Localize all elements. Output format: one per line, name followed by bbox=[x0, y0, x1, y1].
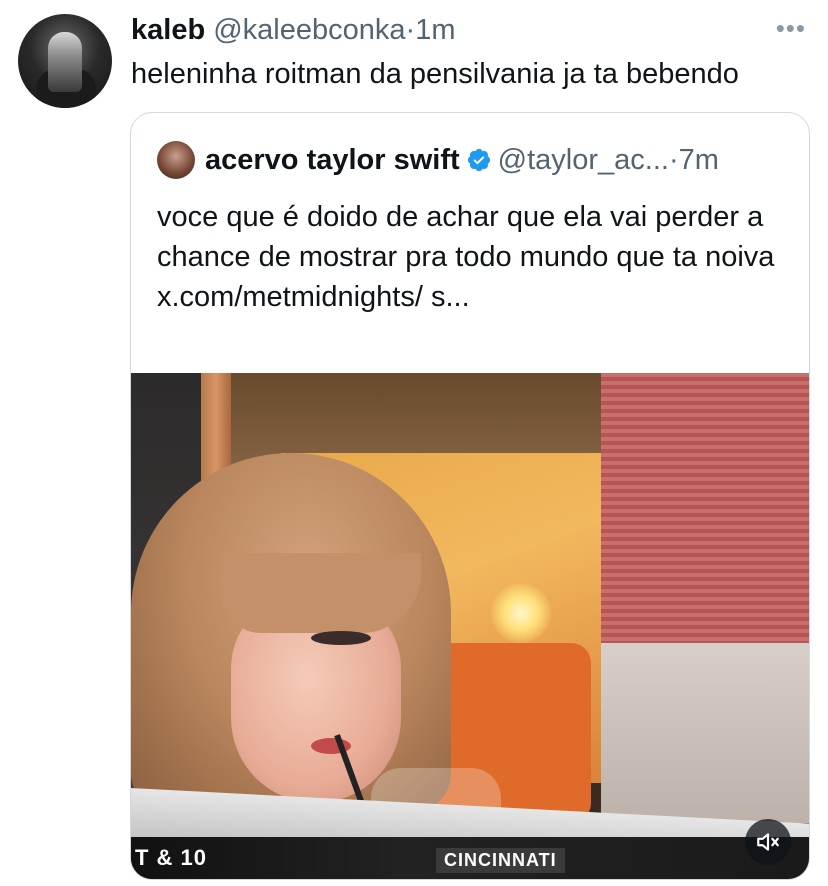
video-score-text: T & 10 bbox=[135, 845, 208, 870]
quoted-tweet-timestamp[interactable]: 7m bbox=[679, 144, 719, 176]
tweet-text: heleninha roitman da pensilvania ja ta b… bbox=[131, 58, 739, 90]
tweet-timestamp[interactable]: 1m bbox=[415, 14, 455, 46]
quoted-author-handle[interactable]: @taylor_ac... bbox=[498, 144, 669, 176]
video-striped-shirt bbox=[601, 373, 809, 653]
avatar-figure bbox=[48, 32, 82, 92]
volume-mute-glyph bbox=[757, 833, 779, 851]
video-person-eye bbox=[311, 631, 371, 645]
verified-badge-icon bbox=[467, 148, 490, 172]
quoted-tweet-video[interactable]: T & 10 CINCINNATI bbox=[131, 373, 809, 879]
tweet[interactable]: kaleb @kaleebconka·1m ••• heleninha roit… bbox=[0, 0, 828, 886]
separator-dot: · bbox=[405, 14, 416, 46]
author-avatar[interactable] bbox=[18, 14, 112, 108]
quoted-tweet[interactable]: acervo taylor swift @taylor_ac...·7m voc… bbox=[130, 112, 810, 880]
tweet-header: kaleb @kaleebconka·1m bbox=[131, 12, 455, 48]
quoted-tweet-text: voce que é doido de achar que ela vai pe… bbox=[157, 201, 775, 313]
quoted-tweet-header: acervo taylor swift @taylor_ac...·7m bbox=[205, 141, 719, 179]
video-score-bar: T & 10 CINCINNATI bbox=[131, 837, 809, 879]
quoted-separator-dot: · bbox=[668, 144, 679, 176]
volume-mute-icon[interactable] bbox=[745, 819, 791, 865]
quoted-author-name[interactable]: acervo taylor swift bbox=[205, 144, 460, 176]
video-light bbox=[491, 583, 551, 643]
author-handle[interactable]: @kaleebconka bbox=[213, 14, 405, 46]
quoted-author-avatar[interactable] bbox=[157, 141, 195, 179]
video-arm bbox=[601, 643, 809, 823]
more-horizontal-icon[interactable]: ••• bbox=[776, 15, 806, 41]
video-person-bangs bbox=[221, 553, 421, 633]
author-name[interactable]: kaleb bbox=[131, 14, 205, 46]
video-team-text: CINCINNATI bbox=[436, 848, 565, 873]
